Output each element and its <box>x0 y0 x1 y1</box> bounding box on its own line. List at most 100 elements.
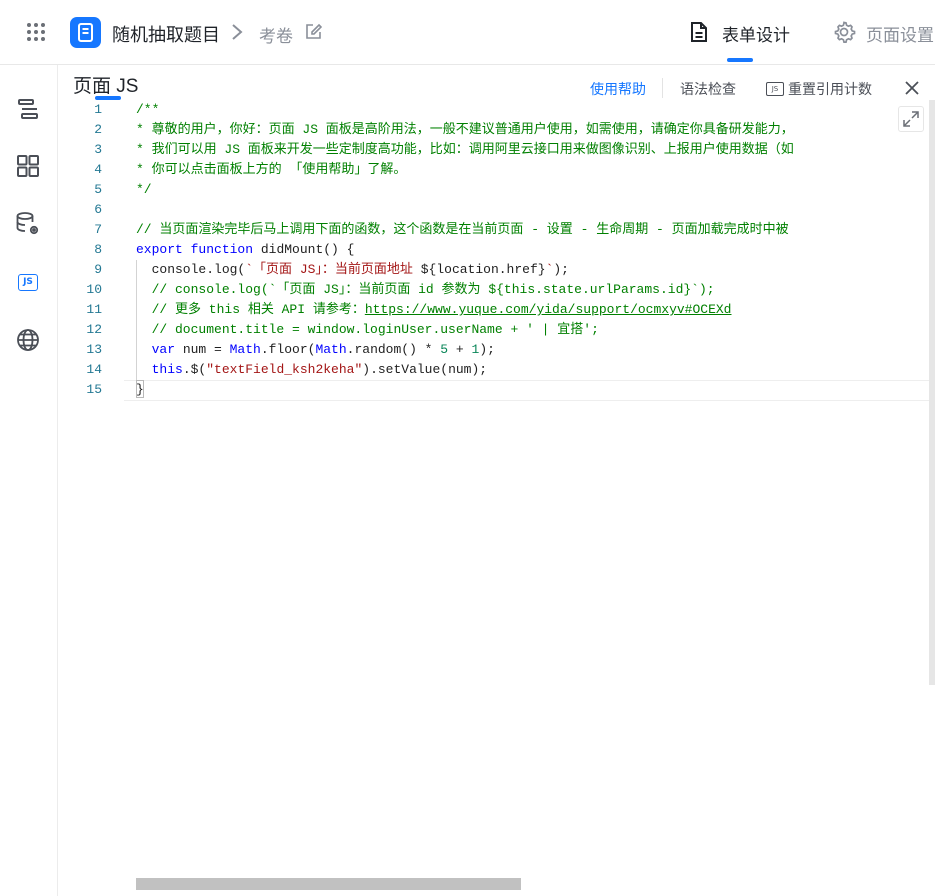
line-number: 7 <box>94 222 102 237</box>
document-icon <box>691 22 707 42</box>
code-line[interactable]: 2 * 尊敬的用户，你好：页面 JS 面板是高阶用法，一般不建议普通用户使用，如需… <box>58 120 935 140</box>
edit-icon[interactable] <box>304 23 322 41</box>
sidebar-item-i18n[interactable] <box>14 326 42 354</box>
code-token: ).setValue(num); <box>362 362 488 377</box>
code-text: // 更多 this 相关 API 请参考：https://www.yuque.… <box>136 300 732 320</box>
line-number: 11 <box>86 302 102 317</box>
panel-title: 页面 JS <box>73 76 139 97</box>
sidebar-item-components[interactable] <box>14 152 42 180</box>
globe-icon <box>17 329 39 351</box>
tab-page-settings-label: 页面设置 <box>866 26 934 45</box>
line-number: 9 <box>94 262 102 277</box>
reset-ref-count-label: 重置引用计数 <box>788 81 872 97</box>
code-line[interactable]: 6 <box>58 200 935 220</box>
left-sidebar: JS <box>0 65 58 896</box>
help-link[interactable]: 使用帮助 <box>590 79 646 99</box>
code-text: * 我们可以用 JS 面板来开发一些定制度高功能，比如：调用阿里云接口用来做图像… <box>136 140 794 160</box>
line-number: 12 <box>86 322 102 337</box>
vertical-scrollbar[interactable] <box>929 100 935 685</box>
code-token: * 你可以点击面板上方的 「使用帮助」了解。 <box>136 162 407 177</box>
code-text: // console.log(`「页面 JS」：当前页面 id 参数为 ${th… <box>136 280 715 300</box>
code-token: // 更多 this 相关 API 请参考： <box>136 302 365 317</box>
code-token: didMount() { <box>253 242 355 257</box>
code-line[interactable]: 7 // 当页面渲染完毕后马上调用下面的函数，这个函数是在当前页面 - 设置 - … <box>58 220 935 240</box>
tab-form-design[interactable]: 表单设计 <box>688 0 796 64</box>
gear-icon <box>834 21 856 43</box>
sidebar-item-js[interactable]: JS <box>14 268 42 296</box>
tab-form-design-label: 表单设计 <box>722 26 790 45</box>
line-number: 4 <box>94 162 102 177</box>
code-editor[interactable]: 1 /** 2 * 尊敬的用户，你好：页面 JS 面板是高阶用法，一般不建议普通用户使… <box>58 100 935 896</box>
code-line[interactable]: 1 /** <box>58 100 935 120</box>
line-number: 14 <box>86 362 102 377</box>
code-token: /** <box>136 102 160 117</box>
sidebar-item-datasource[interactable] <box>14 210 42 238</box>
code-text: * 你可以点击面板上方的 「使用帮助」了解。 <box>136 160 406 180</box>
code-token: * 我们可以用 JS 面板来开发一些定制度高功能，比如：调用阿里云接口用来做图像… <box>136 142 794 157</box>
line-number: 10 <box>86 282 102 297</box>
tab-page-settings[interactable]: 页面设置 <box>832 0 935 64</box>
app-grid-icon[interactable] <box>26 22 46 42</box>
code-token: num = <box>175 342 230 357</box>
code-line[interactable]: 5 */ <box>58 180 935 200</box>
code-token: */ <box>136 182 152 197</box>
line-number: 2 <box>94 122 102 137</box>
code-line[interactable]: 9 console.log(`「页面 JS」：当前页面地址 ${location… <box>58 260 935 280</box>
code-token: + <box>448 342 472 357</box>
datasource-settings-icon <box>16 212 39 235</box>
code-token: ); <box>553 262 569 277</box>
syntax-check-button[interactable]: 语法检查 <box>680 79 736 99</box>
code-line[interactable]: 14 this.$("textField_ksh2keha").setValue… <box>58 360 935 380</box>
header-divider <box>662 78 663 98</box>
code-line[interactable]: 13 var num = Math.floor(Math.random() * … <box>58 340 935 360</box>
code-token: // document.title = window.loginUser.use… <box>136 322 599 337</box>
code-token: var <box>151 342 176 357</box>
code-token: export <box>136 242 183 257</box>
code-token: console.log( <box>136 262 246 277</box>
code-text: */ <box>136 180 152 200</box>
code-text: * 尊敬的用户，你好：页面 JS 面板是高阶用法，一般不建议普通用户使用，如需使… <box>136 120 794 140</box>
reset-ref-count-button[interactable]: JS 重置引用计数 <box>766 79 872 99</box>
code-token: Math <box>229 342 261 357</box>
code-token: function <box>190 242 254 257</box>
code-token: .random() * <box>346 342 441 357</box>
code-text: this.$("textField_ksh2keha").setValue(nu… <box>136 360 487 380</box>
close-icon[interactable] <box>903 79 921 97</box>
code-line[interactable]: 15} <box>58 380 935 400</box>
code-token: ${location.href} <box>420 262 546 277</box>
code-text: console.log(`「页面 JS」：当前页面地址 ${location.h… <box>136 260 569 280</box>
app-doc-icon <box>78 23 93 42</box>
code-line[interactable]: 8 export function didMount() { <box>58 240 935 260</box>
code-token: // console.log(`「页面 JS」：当前页面 id 参数为 ${th… <box>136 282 715 297</box>
code-token: this <box>151 362 183 377</box>
js-file-icon: JS <box>766 82 784 96</box>
code-token: Math <box>315 342 347 357</box>
sidebar-item-outline[interactable] <box>14 95 42 123</box>
fullscreen-button[interactable] <box>898 106 924 132</box>
outline-tree-icon <box>18 99 38 119</box>
js-icon: JS <box>18 273 38 291</box>
code-token: https://www.yuque.com/yida/support/ocmxy… <box>364 302 732 317</box>
top-bar: 随机抽取题目 考卷 表单设计 页面设置 <box>0 0 935 65</box>
code-text: export function didMount() { <box>136 240 354 260</box>
code-token: } <box>136 382 144 397</box>
code-line[interactable]: 3 * 我们可以用 JS 面板来开发一些定制度高功能，比如：调用阿里云接口用来做图… <box>58 140 935 160</box>
chevron-right-icon <box>232 24 243 40</box>
code-text: var num = Math.floor(Math.random() * 5 +… <box>136 340 495 360</box>
breadcrumb-exam[interactable]: 考卷 <box>259 22 293 47</box>
code-token: // 当页面渲染完毕后马上调用下面的函数，这个函数是在当前页面 - 设置 - 生… <box>136 222 789 237</box>
code-line[interactable]: 10 // console.log(`「页面 JS」：当前页面 id 参数为 $… <box>58 280 935 300</box>
code-line[interactable]: 12 // document.title = window.loginUser.… <box>58 320 935 340</box>
code-token: .floor( <box>260 342 316 357</box>
code-token: "textField_ksh2keha" <box>206 362 363 377</box>
line-number: 8 <box>94 242 102 257</box>
app-name[interactable]: 随机抽取题目 <box>112 21 220 47</box>
code-token: * 尊敬的用户，你好：页面 JS 面板是高阶用法，一般不建议普通用户使用，如需使… <box>136 122 794 137</box>
app-logo[interactable] <box>70 17 101 48</box>
code-line[interactable]: 4 * 你可以点击面板上方的 「使用帮助」了解。 <box>58 160 935 180</box>
line-number: 6 <box>94 202 102 217</box>
line-number: 15 <box>86 382 102 397</box>
horizontal-scrollbar[interactable] <box>136 878 521 890</box>
code-line[interactable]: 11 // 更多 this 相关 API 请参考：https://www.yuq… <box>58 300 935 320</box>
code-text: } <box>136 380 144 400</box>
